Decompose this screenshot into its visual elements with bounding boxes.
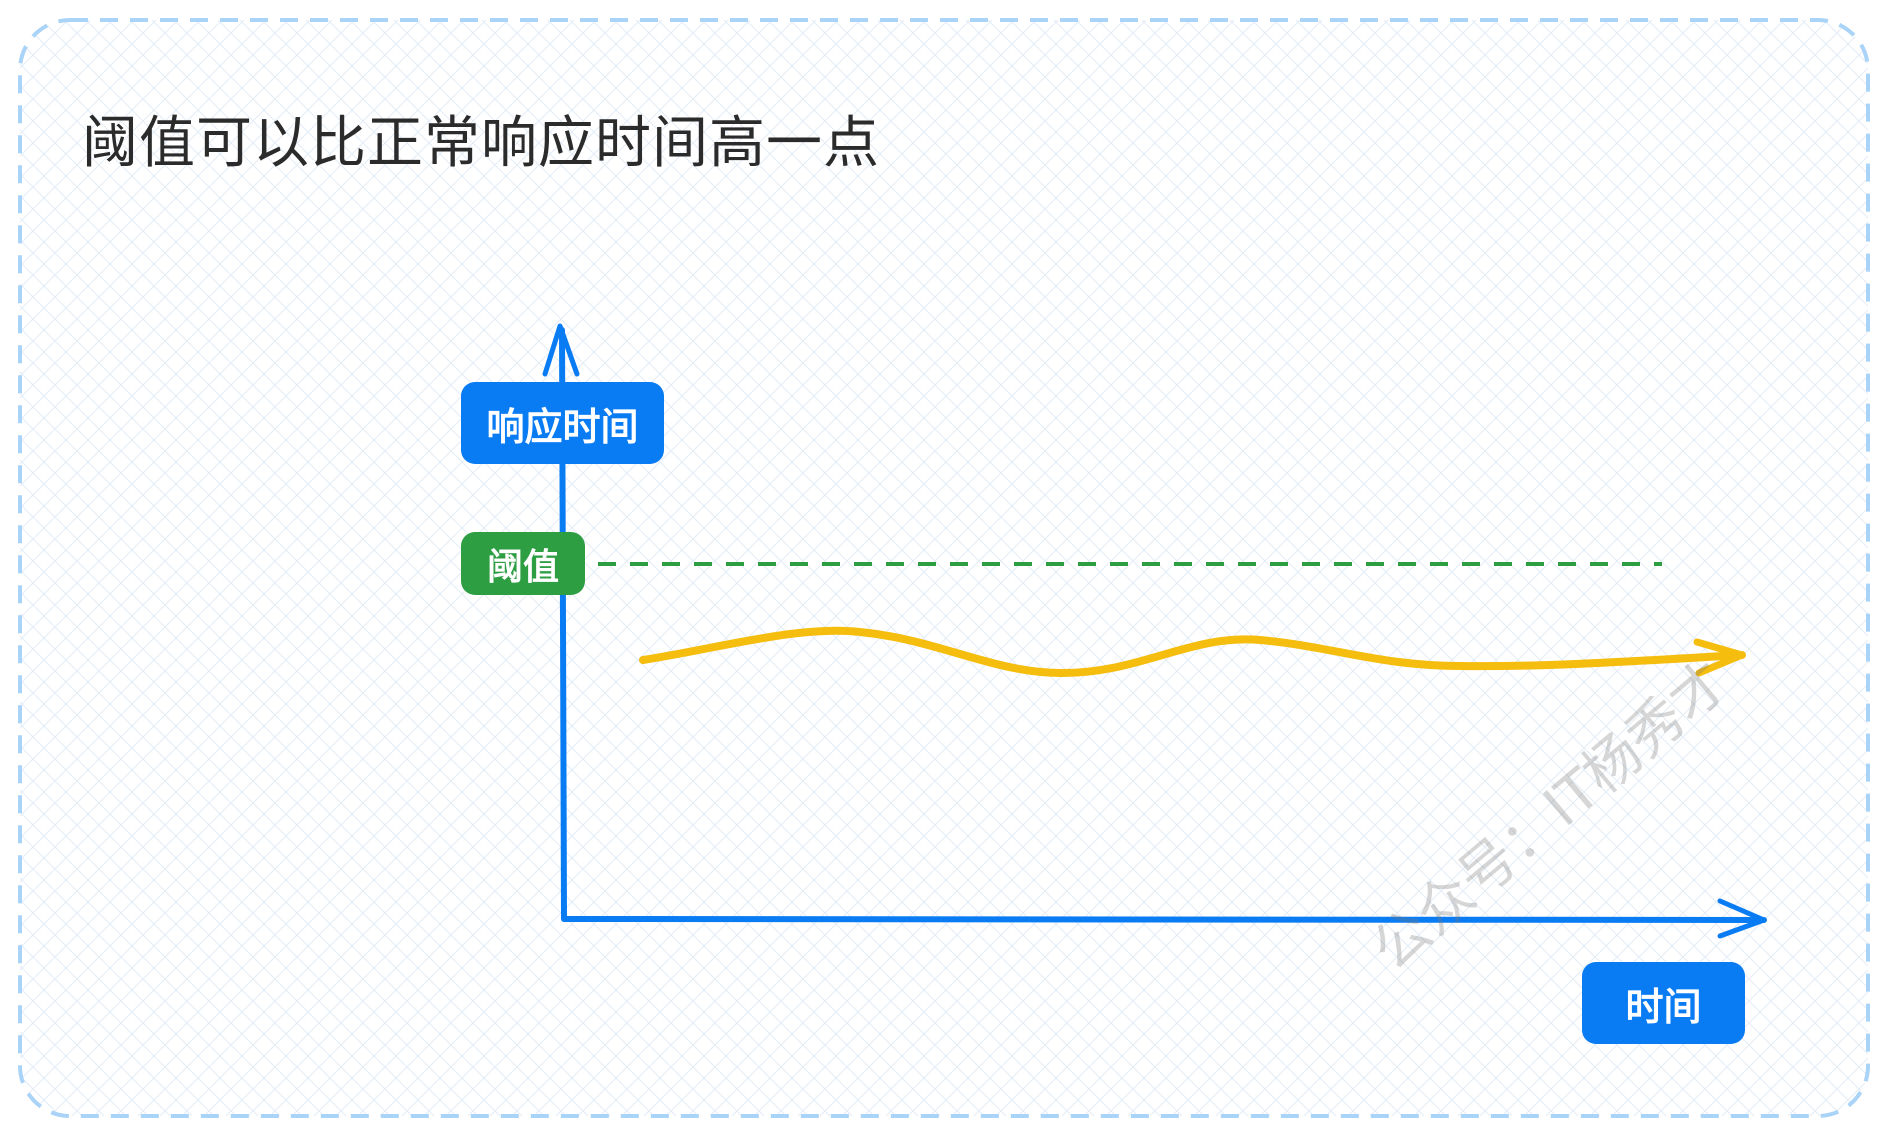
x-axis-line — [561, 916, 1767, 923]
threshold-label: 阈值 — [461, 532, 585, 595]
grid-background — [20, 20, 1868, 1116]
y-axis-label: 响应时间 — [461, 382, 664, 464]
x-axis-label: 时间 — [1582, 962, 1745, 1044]
diagram-title: 阈值可以比正常响应时间高一点 — [82, 111, 880, 176]
diagram-canvas: 阈值可以比正常响应时间高一点 响应时间 阈值 时间 公众号：IT杨秀才 — [0, 0, 1888, 1136]
